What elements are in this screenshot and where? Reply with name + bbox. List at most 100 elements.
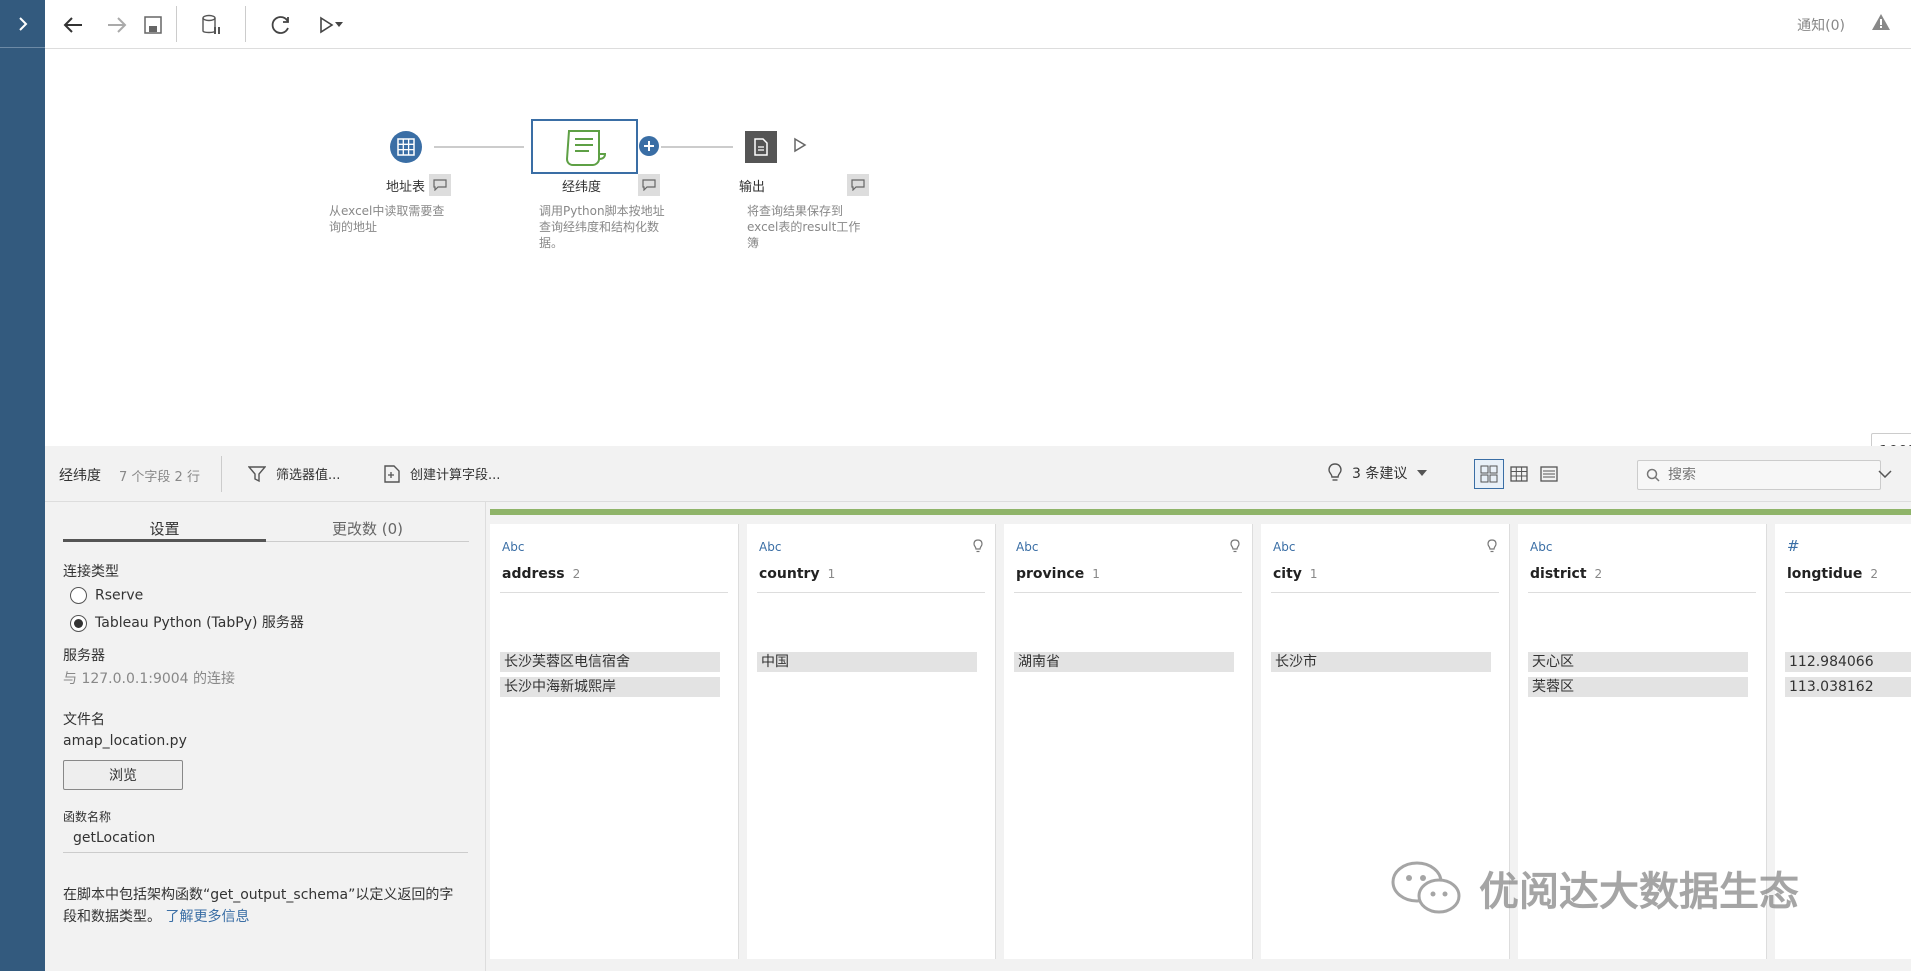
- distinct-count: 1: [827, 567, 836, 581]
- play-icon: [320, 16, 334, 34]
- node-description: 调用Python脚本按地址查询经纬度和结构化数据。: [539, 204, 665, 250]
- flow-node-output[interactable]: [745, 131, 777, 163]
- divider: [757, 592, 985, 593]
- column-header[interactable]: city 1: [1273, 566, 1318, 582]
- suggestions-label: 3 条建议: [1352, 466, 1408, 482]
- grid-view-icon: [1510, 466, 1528, 482]
- calculation-icon: [384, 464, 400, 483]
- search-field[interactable]: [1637, 460, 1881, 490]
- distinct-count: 2: [1870, 567, 1879, 581]
- column-card[interactable]: Abc province 1 湖南省: [1004, 524, 1253, 959]
- help-text: 在脚本中包括架构函数“get_output_schema”以定义返回的字段和数据…: [63, 884, 463, 928]
- column-card[interactable]: Abc address 2 长沙芙蓉区电信宿舍 长沙中海新城熙岸: [490, 524, 739, 959]
- node-label[interactable]: 经纬度: [562, 176, 601, 195]
- lightbulb-icon: [1328, 463, 1342, 481]
- divider: [500, 592, 728, 593]
- tab-changes[interactable]: 更改数 (0): [266, 512, 469, 542]
- search-input[interactable]: [1668, 467, 1858, 483]
- distinct-count: 2: [1594, 567, 1603, 581]
- back-button[interactable]: [57, 9, 89, 41]
- notifications-link[interactable]: 通知(0): [1797, 15, 1845, 35]
- server-label: 服务器: [63, 648, 105, 664]
- step-title: 经纬度: [59, 468, 101, 484]
- value-bar[interactable]: 天心区: [1528, 652, 1748, 672]
- distinct-count: 1: [1309, 567, 1318, 581]
- calc-label: 创建计算字段...: [410, 468, 501, 483]
- value-bar[interactable]: 长沙芙蓉区电信宿舍: [500, 652, 720, 672]
- value-bar[interactable]: 长沙市: [1271, 652, 1491, 672]
- value-bar[interactable]: 芙蓉区: [1528, 677, 1748, 697]
- type-abc-icon[interactable]: Abc: [1273, 540, 1295, 554]
- add-step-button[interactable]: [639, 136, 659, 156]
- expand-sidebar-button[interactable]: [0, 0, 45, 48]
- radio-tabpy[interactable]: Tableau Python (TabPy) 服务器: [70, 612, 304, 632]
- column-header[interactable]: country 1: [759, 566, 835, 582]
- filter-icon: [248, 465, 266, 482]
- database-pause-icon: [202, 14, 220, 34]
- lightbulb-icon[interactable]: [973, 539, 983, 558]
- refresh-icon: [271, 16, 289, 34]
- comment-button[interactable]: [429, 174, 451, 196]
- column-header[interactable]: district 2: [1530, 566, 1602, 582]
- comment-button[interactable]: [638, 174, 660, 196]
- type-abc-icon[interactable]: Abc: [1016, 540, 1038, 554]
- type-abc-icon[interactable]: Abc: [1530, 540, 1552, 554]
- node-label[interactable]: 地址表: [386, 176, 425, 195]
- warning-icon[interactable]: [1871, 12, 1891, 36]
- comment-button[interactable]: [847, 174, 869, 196]
- value-bar[interactable]: 113.038162: [1785, 677, 1911, 697]
- type-abc-icon[interactable]: Abc: [502, 540, 524, 554]
- column-card[interactable]: Abc country 1 中国: [747, 524, 996, 959]
- data-grid-view-button[interactable]: [1504, 459, 1534, 489]
- play-icon: [794, 137, 807, 153]
- run-flow-button[interactable]: [311, 9, 351, 41]
- create-calc-field-button[interactable]: 创建计算字段...: [384, 464, 500, 483]
- divider: [1528, 592, 1756, 593]
- column-name: country: [759, 566, 820, 582]
- suggestions-button[interactable]: 3 条建议: [1328, 463, 1428, 483]
- column-name: city: [1273, 566, 1302, 582]
- column-header[interactable]: longtidue 2: [1787, 566, 1878, 582]
- forward-button[interactable]: [101, 9, 133, 41]
- profile-view-button[interactable]: [1474, 459, 1504, 489]
- arrow-right-icon: [108, 17, 127, 33]
- flow-node-script[interactable]: [531, 119, 638, 174]
- value-bar[interactable]: 112.984066: [1785, 652, 1911, 672]
- tab-settings[interactable]: 设置: [63, 512, 266, 542]
- filter-button[interactable]: 筛选器值...: [248, 464, 340, 483]
- column-name: longtidue: [1787, 566, 1863, 582]
- collapse-pane-button[interactable]: [1878, 466, 1892, 482]
- filter-label: 筛选器值...: [276, 468, 341, 483]
- top-toolbar: 通知(0): [45, 0, 1911, 49]
- lightbulb-icon[interactable]: [1487, 539, 1497, 558]
- column-header[interactable]: address 2: [502, 566, 580, 582]
- lightbulb-icon[interactable]: [1230, 539, 1240, 558]
- flow-canvas[interactable]: 地址表 从excel中读取需要查询的地址 经纬度 调用Python脚本按地址查询…: [45, 49, 1911, 469]
- radio-button[interactable]: [70, 614, 87, 632]
- browse-button[interactable]: 浏览: [63, 760, 183, 790]
- list-view-button[interactable]: [1534, 459, 1564, 489]
- value-bar[interactable]: 湖南省: [1014, 652, 1234, 672]
- pause-data-button[interactable]: [195, 9, 227, 41]
- value-bar[interactable]: 中国: [757, 652, 977, 672]
- comment-icon: [642, 179, 656, 191]
- toolbar-divider: [245, 6, 246, 42]
- radio-button[interactable]: [70, 587, 87, 604]
- column-header[interactable]: province 1: [1016, 566, 1100, 582]
- function-name-input[interactable]: getLocation: [63, 827, 468, 853]
- caret-down-icon: [1417, 470, 1428, 476]
- learn-more-link[interactable]: 了解更多信息: [165, 909, 249, 925]
- run-output-button[interactable]: [793, 137, 807, 157]
- refresh-button[interactable]: [265, 9, 297, 41]
- flow-node-input[interactable]: [390, 131, 422, 163]
- settings-panel: 设置 更改数 (0) 连接类型 Rserve Tableau Python (T…: [45, 502, 486, 971]
- radio-rserve[interactable]: Rserve: [70, 587, 143, 604]
- value-bar[interactable]: 长沙中海新城熙岸: [500, 677, 720, 697]
- type-number-icon[interactable]: #: [1787, 537, 1800, 555]
- node-label[interactable]: 输出: [739, 176, 765, 195]
- save-icon: [144, 16, 162, 34]
- watermark: 优阅达大数据生态: [1389, 858, 1799, 918]
- save-button[interactable]: [137, 9, 169, 41]
- type-abc-icon[interactable]: Abc: [759, 540, 781, 554]
- watermark-text: 优阅达大数据生态: [1479, 869, 1799, 915]
